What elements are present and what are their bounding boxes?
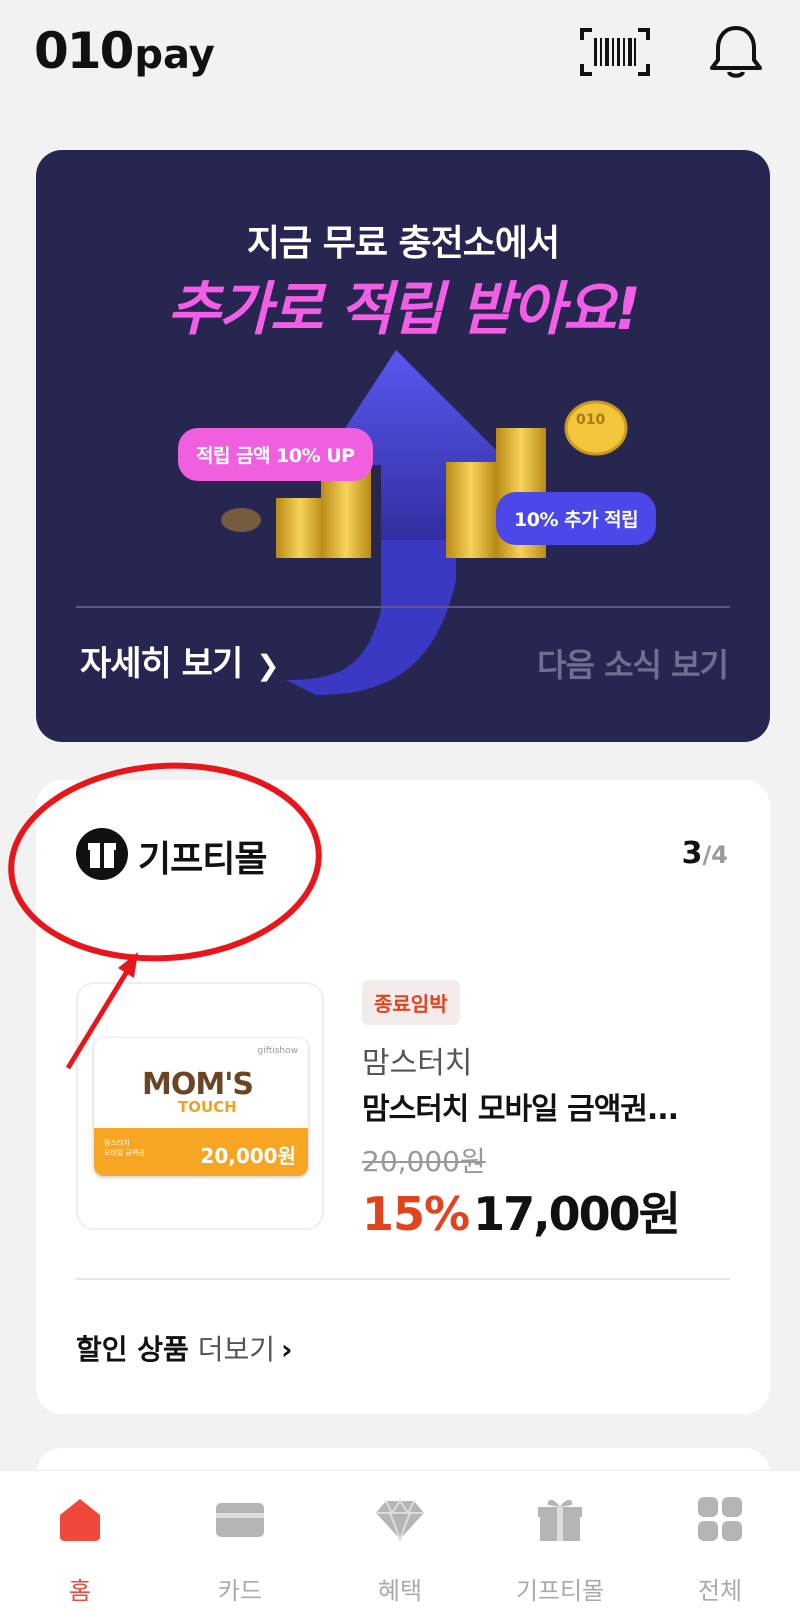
notification-button[interactable]	[708, 22, 764, 82]
original-price: 20,000원	[362, 1145, 486, 1178]
banner-detail-link[interactable]: 자세히 보기 ❯	[80, 636, 280, 685]
bubble-extra-point: 10% 추가 적립	[496, 492, 657, 545]
logo-main: 010	[34, 22, 134, 80]
pager-total: /4	[702, 841, 728, 869]
barcode-scanner-icon	[580, 28, 650, 76]
product-thumbnail[interactable]: giftishow MOM'S TOUCH 맘스터치 모바일 금액권 20,00…	[76, 982, 324, 1230]
banner-next-link[interactable]: 다음 소식 보기	[537, 640, 729, 686]
nav-benefit-label: 혜택	[377, 1577, 423, 1605]
product-brand: 맘스터치	[362, 1046, 473, 1081]
voucher-band-brand: 맘스터치	[104, 1139, 130, 1147]
nav-giftimall[interactable]: 기프티몰	[480, 1471, 640, 1612]
discount-rate: 15%	[362, 1187, 470, 1241]
voucher-image: giftishow MOM'S TOUCH 맘스터치 모바일 금액권 20,00…	[94, 1038, 308, 1176]
nav-home-label: 홈	[68, 1577, 92, 1605]
nav-home[interactable]: 홈	[0, 1471, 160, 1612]
voucher-brand-logo: MOM'S	[142, 1067, 254, 1102]
sale-more-light: 더보기	[188, 1333, 275, 1366]
bubble-point-up: 적립 금액 10% UP	[178, 428, 373, 481]
voucher-band-type: 모바일 금액권	[104, 1149, 145, 1157]
voucher-amount: 20,000원	[200, 1144, 296, 1168]
banner-headline: 지금 무료 충전소에서	[246, 223, 560, 264]
ending-soon-badge: 종료임박	[362, 980, 460, 1025]
grid-icon	[698, 1497, 742, 1541]
gift-icon	[538, 1500, 582, 1541]
bottom-navigation: 홈 카드 혜택 기프티몰 전체	[0, 1470, 800, 1612]
barcode-scan-button[interactable]	[578, 26, 652, 78]
nav-card-label: 카드	[217, 1577, 263, 1605]
bell-icon	[710, 26, 762, 78]
price-row: 15%17,000원	[362, 1178, 681, 1244]
nav-all-label: 전체	[697, 1577, 743, 1605]
card-divider	[76, 1278, 730, 1280]
sale-price: 17,000원	[473, 1187, 681, 1241]
card-icon	[216, 1503, 264, 1537]
pager-current: 3	[681, 836, 703, 871]
app-header: 010pay	[0, 0, 800, 110]
diamond-icon	[376, 1499, 424, 1542]
coin-label: 010	[576, 412, 606, 428]
giftimall-title: 기프티몰	[138, 839, 267, 880]
gift-icon	[76, 828, 128, 880]
sale-products-more-link[interactable]: 할인 상품 더보기 ›	[76, 1328, 293, 1368]
voucher-band: 맘스터치 모바일 금액권 20,000원	[94, 1128, 308, 1176]
banner-divider	[76, 606, 730, 608]
promo-banner[interactable]: 지금 무료 충전소에서 추가로 적립 받아요! 010 적립 금액 10% UP…	[36, 150, 770, 742]
banner-detail-label: 자세히 보기	[80, 644, 243, 684]
nav-card[interactable]: 카드	[160, 1471, 320, 1612]
voucher-provider: giftishow	[257, 1046, 298, 1056]
nav-benefit[interactable]: 혜택	[320, 1471, 480, 1612]
giftimall-card: 기프티몰 3/4 giftishow MOM'S TOUCH 맘스터치 모바일 …	[36, 780, 770, 1414]
logo-sub: pay	[134, 32, 215, 78]
nav-all[interactable]: 전체	[640, 1471, 800, 1612]
sale-more-bold: 할인 상품	[76, 1333, 189, 1366]
voucher-brand-logo-sub: TOUCH	[178, 1098, 237, 1116]
chevron-right-icon: ❯	[256, 649, 279, 682]
banner-highlight: 추가로 적립 받아요!	[167, 275, 641, 343]
carousel-pager: 3/4	[682, 836, 728, 871]
app-logo: 010pay	[34, 22, 215, 80]
home-icon	[60, 1499, 100, 1541]
chevron-right-icon: ›	[280, 1333, 293, 1366]
nav-giftimall-label: 기프티몰	[515, 1577, 605, 1605]
product-title[interactable]: 맘스터치 모바일 금액권...	[362, 1084, 722, 1128]
